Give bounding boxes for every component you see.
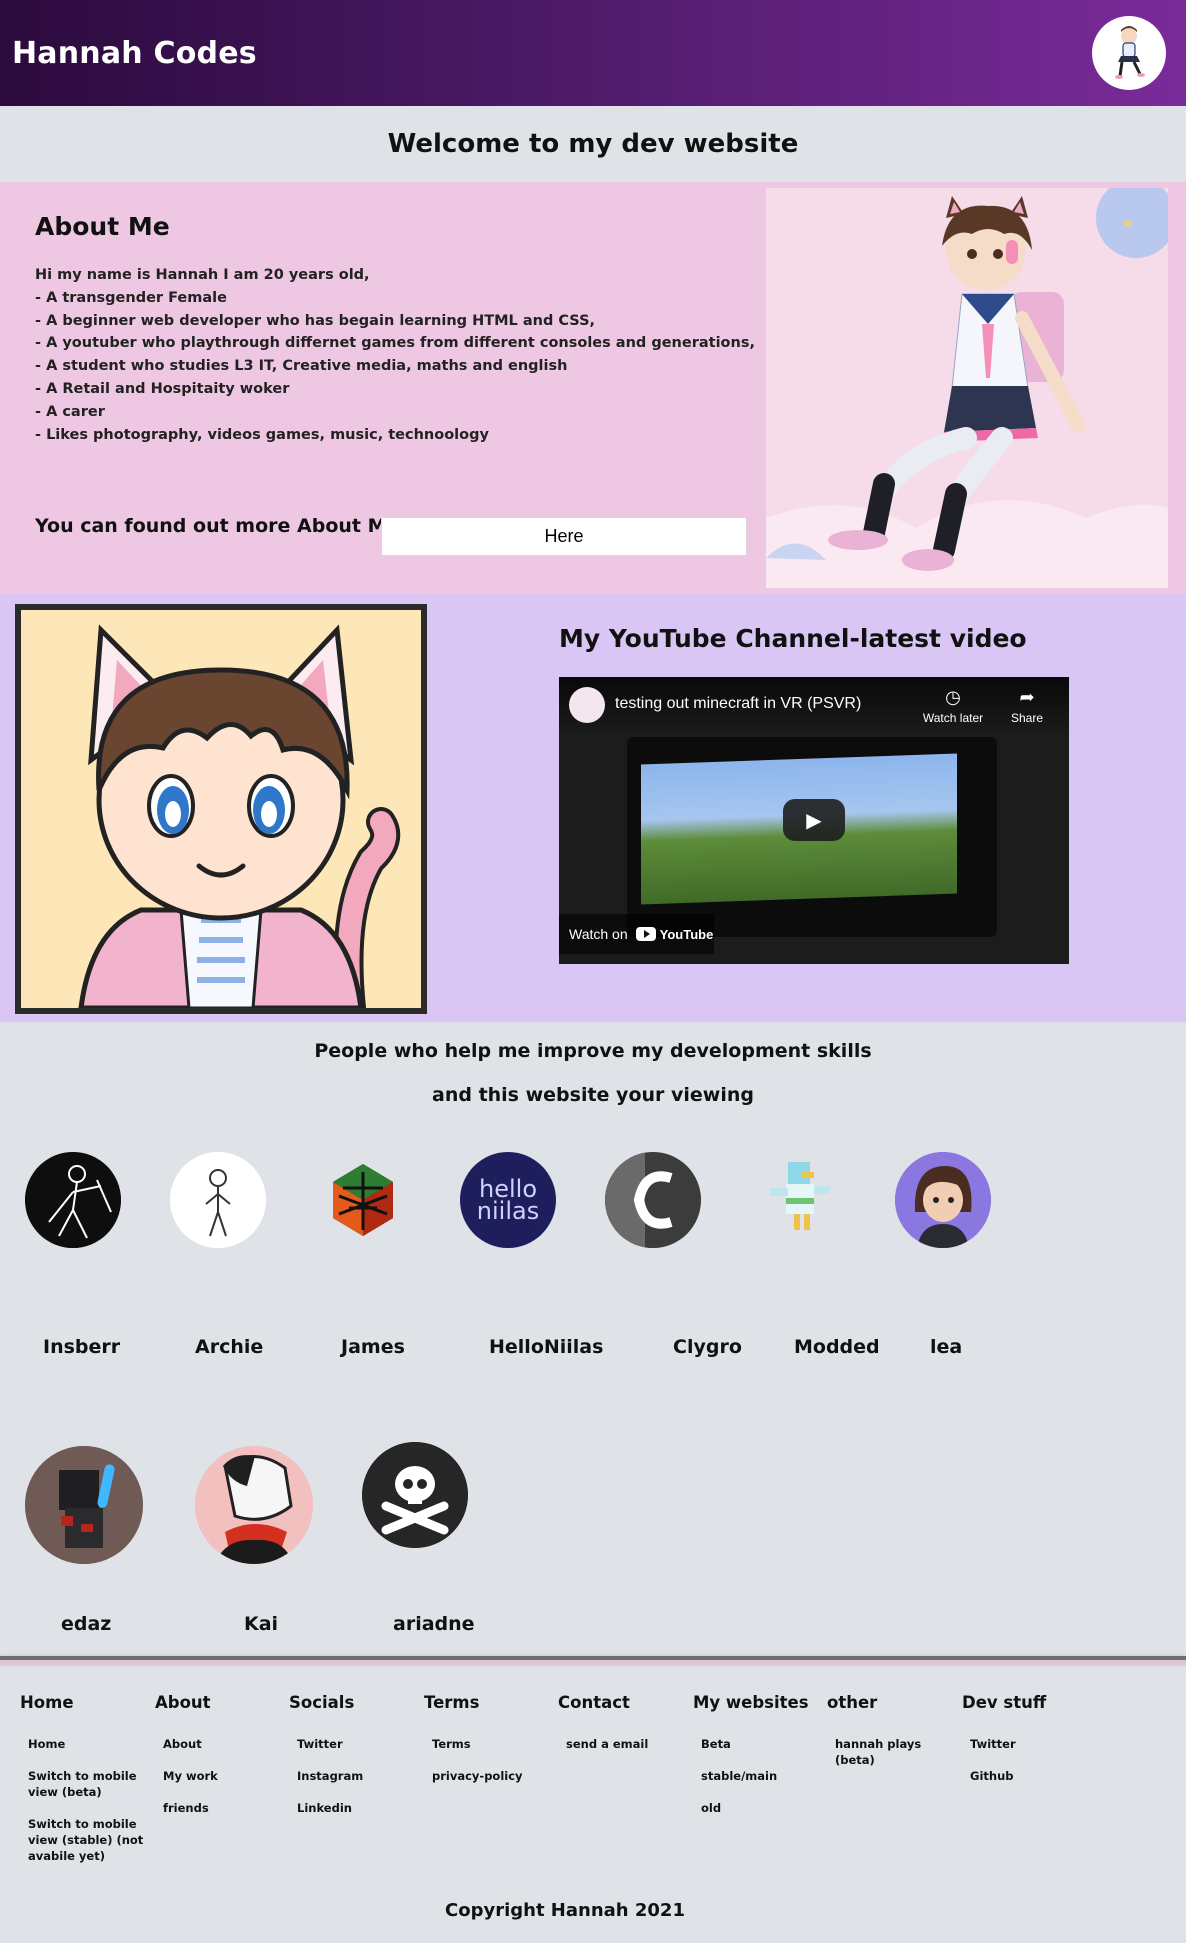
welcome-heading: Welcome to my dev website bbox=[387, 129, 799, 159]
watch-on-youtube-button[interactable]: Watch on YouTube bbox=[559, 914, 714, 954]
youtube-title: My YouTube Channel-latest video bbox=[559, 624, 1027, 653]
footer-link[interactable]: Twitter bbox=[970, 1736, 1092, 1752]
footer-column-title: Dev stuff bbox=[962, 1693, 1047, 1712]
helper-avatar-clygro[interactable] bbox=[605, 1152, 701, 1248]
about-line: - A beginner web developer who has begai… bbox=[35, 312, 596, 329]
footer-column-other: other hannah plays (beta) bbox=[827, 1693, 957, 1784]
footer-column-contact: Contact send a email bbox=[558, 1693, 688, 1768]
helper-name[interactable]: ariadne bbox=[393, 1613, 475, 1635]
footer-column-title: About bbox=[155, 1693, 211, 1712]
footer-link[interactable]: About bbox=[163, 1736, 285, 1752]
footer-column-home: Home Home Switch to mobile view (beta) S… bbox=[20, 1693, 150, 1880]
play-icon[interactable]: ▶ bbox=[783, 799, 845, 841]
footer-link[interactable]: Beta bbox=[701, 1736, 823, 1752]
about-line: - A student who studies L3 IT, Creative … bbox=[35, 358, 568, 375]
youtube-logo-text: YouTube bbox=[659, 926, 714, 942]
footer-link[interactable]: Switch to mobile view (beta) bbox=[28, 1768, 150, 1800]
helper-name[interactable]: Modded bbox=[794, 1336, 880, 1358]
youtube-section: My YouTube Channel-latest video testing … bbox=[0, 594, 1186, 1022]
about-line: - A carer bbox=[35, 403, 105, 420]
copyright-text: Copyright Hannah 2021 bbox=[445, 1900, 685, 1921]
youtube-video-player[interactable]: testing out minecraft in VR (PSVR) ◷ Wat… bbox=[559, 677, 1069, 964]
footer-column-dev-stuff: Dev stuff Twitter Github bbox=[962, 1693, 1092, 1800]
site-header: Hannah Codes bbox=[0, 0, 1186, 106]
about-line: - A transgender Female bbox=[35, 289, 227, 306]
footer-column-title: My websites bbox=[693, 1693, 809, 1712]
footer-link[interactable]: Github bbox=[970, 1768, 1092, 1784]
footer-link[interactable]: Terms bbox=[432, 1736, 554, 1752]
footer-link[interactable]: privacy-policy bbox=[432, 1768, 554, 1784]
watch-on-label: Watch on bbox=[569, 926, 628, 942]
helpers-heading: People who help me improve my developmen… bbox=[314, 1040, 872, 1062]
footer-column-title: other bbox=[827, 1693, 878, 1712]
footer-column-title: Terms bbox=[424, 1693, 480, 1712]
profile-avatar-icon[interactable] bbox=[1092, 16, 1166, 90]
about-more-text: You can found out more About Me bbox=[35, 515, 400, 537]
footer-link[interactable]: friends bbox=[163, 1800, 285, 1816]
footer-link[interactable]: old bbox=[701, 1800, 823, 1816]
helper-avatar-helloniilas[interactable]: hello niilas bbox=[460, 1152, 556, 1248]
about-line: - A youtuber who playthrough differnet g… bbox=[35, 335, 755, 352]
about-line: - A Retail and Hospitaity woker bbox=[35, 380, 290, 397]
footer-link[interactable]: Home bbox=[28, 1736, 150, 1752]
helper-name[interactable]: James bbox=[341, 1336, 405, 1358]
footer-link[interactable]: Twitter bbox=[297, 1736, 419, 1752]
footer-link[interactable]: Linkedin bbox=[297, 1800, 419, 1816]
footer-column-title: Contact bbox=[558, 1693, 630, 1712]
video-title[interactable]: testing out minecraft in VR (PSVR) bbox=[615, 695, 911, 713]
footer-link[interactable]: My work bbox=[163, 1768, 285, 1784]
channel-avatar-icon[interactable] bbox=[569, 687, 605, 723]
about-illustration bbox=[766, 188, 1168, 588]
helper-name[interactable]: Clygro bbox=[673, 1336, 742, 1358]
share-arrow-icon: ➦ bbox=[1019, 687, 1035, 707]
about-here-button[interactable]: Here bbox=[381, 517, 747, 556]
helper-avatar-insberr[interactable] bbox=[25, 1152, 121, 1248]
watch-later-button[interactable]: ◷ Watch later bbox=[921, 687, 985, 725]
footer-link[interactable]: hannah plays (beta) bbox=[835, 1736, 957, 1768]
helper-name[interactable]: lea bbox=[930, 1336, 962, 1358]
site-title[interactable]: Hannah Codes bbox=[12, 36, 257, 71]
helper-avatar-ariadne[interactable] bbox=[362, 1442, 468, 1548]
footer-column-my-websites: My websites Beta stable/main old bbox=[693, 1693, 823, 1832]
helper-name[interactable]: edaz bbox=[61, 1613, 111, 1635]
share-button[interactable]: ➦ Share bbox=[995, 687, 1059, 725]
helper-avatar-lea[interactable] bbox=[895, 1152, 991, 1248]
about-line: - Likes photography, videos games, music… bbox=[35, 426, 489, 443]
helpers-subheading: and this website your viewing bbox=[432, 1084, 754, 1106]
welcome-banner: Welcome to my dev website bbox=[0, 106, 1186, 182]
helper-avatar-james[interactable] bbox=[315, 1152, 411, 1248]
helper-avatar-archie[interactable] bbox=[170, 1152, 266, 1248]
footer-column-socials: Socials Twitter Instagram Linkedin bbox=[289, 1693, 419, 1832]
helper-name[interactable]: HelloNiilas bbox=[489, 1336, 603, 1358]
about-section: About Me Hi my name is Hannah I am 20 ye… bbox=[0, 182, 1186, 594]
about-list: Hi my name is Hannah I am 20 years old, … bbox=[35, 264, 755, 446]
footer-column-title: Home bbox=[20, 1693, 74, 1712]
helper-avatar-modded[interactable] bbox=[750, 1152, 846, 1248]
helloniilas-logo-text: niilas bbox=[476, 1197, 540, 1225]
footer-link[interactable]: Instagram bbox=[297, 1768, 419, 1784]
footer-link[interactable]: send a email bbox=[566, 1736, 688, 1752]
helper-name[interactable]: Insberr bbox=[43, 1336, 120, 1358]
helper-name[interactable]: Kai bbox=[244, 1613, 278, 1635]
clock-icon: ◷ bbox=[945, 687, 961, 707]
about-line: Hi my name is Hannah I am 20 years old, bbox=[35, 267, 370, 283]
footer-link[interactable]: stable/main bbox=[701, 1768, 823, 1784]
helper-avatar-edaz[interactable] bbox=[25, 1446, 143, 1564]
footer-column-about: About About My work friends bbox=[155, 1693, 285, 1832]
watch-later-label: Watch later bbox=[922, 711, 984, 725]
footer-column-title: Socials bbox=[289, 1693, 355, 1712]
footer-link[interactable]: Switch to mobile view (stable) (not avab… bbox=[28, 1816, 150, 1864]
cat-avatar-image bbox=[15, 604, 427, 1014]
footer-column-terms: Terms Terms privacy-policy bbox=[424, 1693, 554, 1800]
helper-name[interactable]: Archie bbox=[195, 1336, 263, 1358]
youtube-logo-icon: YouTube bbox=[635, 926, 714, 942]
helper-avatar-kai[interactable] bbox=[195, 1446, 313, 1564]
about-title: About Me bbox=[35, 212, 170, 241]
share-label: Share bbox=[1010, 711, 1044, 725]
